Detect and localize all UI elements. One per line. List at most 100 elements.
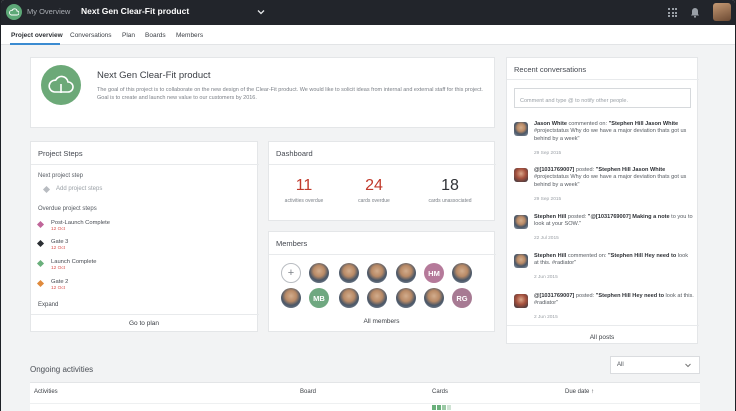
tab-conversations[interactable]: Conversations [70,32,112,39]
stat-cards-overdue[interactable]: 24 cards overdue [339,177,409,204]
diamond-icon [36,220,45,229]
active-tab-indicator [10,43,60,45]
card-status-bar [432,405,436,410]
tab-members[interactable]: Members [176,32,203,39]
comment-input[interactable] [515,92,690,110]
step-name: Gate 3 [51,239,69,245]
stat-cards-unassociated[interactable]: 18 cards unassociated [415,177,485,204]
divider [269,164,496,165]
stat-label: activities overdue [284,198,324,204]
apps-grid-icon[interactable] [668,8,677,17]
filter-value: All [617,362,624,368]
chevron-down-icon[interactable] [255,6,267,18]
author-avatar [514,254,528,268]
next-step-label: Next project step [38,173,84,179]
member-avatar[interactable] [339,288,359,308]
step-date: 12 Oct [51,246,66,251]
card-status-bar [442,405,446,410]
column-header-activities[interactable]: Activities [34,389,58,395]
add-project-step-button[interactable]: Add project steps [42,185,103,193]
all-members-link[interactable]: All members [269,318,494,325]
tab-project-overview[interactable]: Project overview [11,32,63,39]
app-logo-icon[interactable] [6,4,22,20]
member-avatar[interactable] [339,263,359,283]
diamond-icon [36,259,45,268]
breadcrumb-my-overview[interactable]: My Overview [27,7,70,16]
recent-conversations-card: Recent conversations Jason White comment… [506,57,699,344]
all-posts-link[interactable]: All posts [507,334,697,341]
activities-table: Activities Board Cards Due date ↑ [30,382,700,411]
member-avatar[interactable] [452,263,472,283]
breadcrumb-project-name[interactable]: Next Gen Clear-Fit product [81,6,189,16]
project-title: Next Gen Clear-Fit product [97,70,211,81]
member-avatar[interactable] [396,288,416,308]
member-avatar[interactable] [309,263,329,283]
user-avatar[interactable] [713,3,731,21]
divider [507,79,699,80]
expand-link[interactable]: Expand [38,302,58,308]
step-item[interactable]: Launch Complete 12 Oct [36,259,97,271]
conversation-text: Jason White commented on: "Stephen Hill … [534,121,687,142]
tab-plan[interactable]: Plan [122,32,135,39]
stat-label: cards unassociated [428,198,472,204]
stat-value: 18 [441,177,459,194]
step-name: Post-Launch Complete [51,220,110,226]
diamond-icon [36,239,45,248]
bell-icon[interactable] [690,7,700,18]
member-avatar[interactable] [396,263,416,283]
add-project-step-label: Add project steps [56,186,103,192]
members-header: Members [276,239,308,248]
stat-activities-overdue[interactable]: 11 activities overdue [269,177,339,204]
diamond-icon [42,185,51,193]
conversation-date: 2 Jun 2015 [534,275,558,280]
activities-filter-select[interactable]: All [610,356,700,374]
conversations-header: Recent conversations [514,65,587,74]
top-bar: My Overview Next Gen Clear-Fit product [1,0,735,25]
member-avatar[interactable]: HM [424,263,444,283]
step-name: Launch Complete [51,259,97,265]
conversation-date: 29 Sep 2015 [534,197,562,202]
divider [31,164,259,165]
member-avatar[interactable]: MB [309,288,329,308]
sort-arrow-icon: ↑ [591,389,595,395]
step-item[interactable]: Gate 3 12 Oct [36,239,69,251]
go-to-plan-link[interactable]: Go to plan [31,320,257,327]
conversation-text: Stephen Hill posted: "@[1031769007] Maki… [534,214,693,228]
member-avatar[interactable] [424,288,444,308]
add-member-button[interactable]: + [281,263,301,283]
column-header-cards[interactable]: Cards [432,389,448,395]
ongoing-activities-title: Ongoing activities [30,365,94,374]
member-avatar[interactable] [367,288,387,308]
project-steps-card: Project Steps Next project step Add proj… [30,141,259,332]
comment-field[interactable] [514,88,691,110]
stat-label: cards overdue [358,198,390,204]
author-avatar [514,294,528,308]
conversation-text: @[1031769007] posted: "Stephen Hill Hey … [534,293,694,307]
divider [507,325,699,326]
divider [269,254,496,255]
step-date: 12 Oct [51,266,66,271]
step-name: Gate 2 [51,279,69,285]
author-avatar [514,122,528,136]
conversation-date: 22 Jul 2015 [534,236,559,241]
column-header-board[interactable]: Board [300,389,316,395]
author-avatar [514,215,528,229]
member-avatar[interactable] [281,288,301,308]
project-description: The goal of this project is to collabora… [97,87,483,101]
project-steps-header: Project Steps [38,149,83,158]
step-item[interactable]: Gate 2 12 Oct [36,279,69,291]
project-header-card: Next Gen Clear-Fit product The goal of t… [30,57,495,128]
dashboard-card: Dashboard 11 activities overdue 24 cards… [268,141,496,221]
conversation-text: @[1031769007] posted: "Stephen Hill Jaso… [534,167,687,188]
app-window: My Overview Next Gen Clear-Fit product P… [1,0,735,411]
column-header-due-date[interactable]: Due date ↑ [565,389,594,395]
member-avatar[interactable] [367,263,387,283]
table-row[interactable] [30,403,700,411]
member-avatar[interactable]: RG [452,288,472,308]
step-date: 12 Oct [51,286,66,291]
dashboard-header: Dashboard [276,149,313,158]
divider [31,314,259,315]
step-item[interactable]: Post-Launch Complete 12 Oct [36,220,110,232]
tab-boards[interactable]: Boards [145,32,166,39]
card-status-bar [437,405,441,410]
